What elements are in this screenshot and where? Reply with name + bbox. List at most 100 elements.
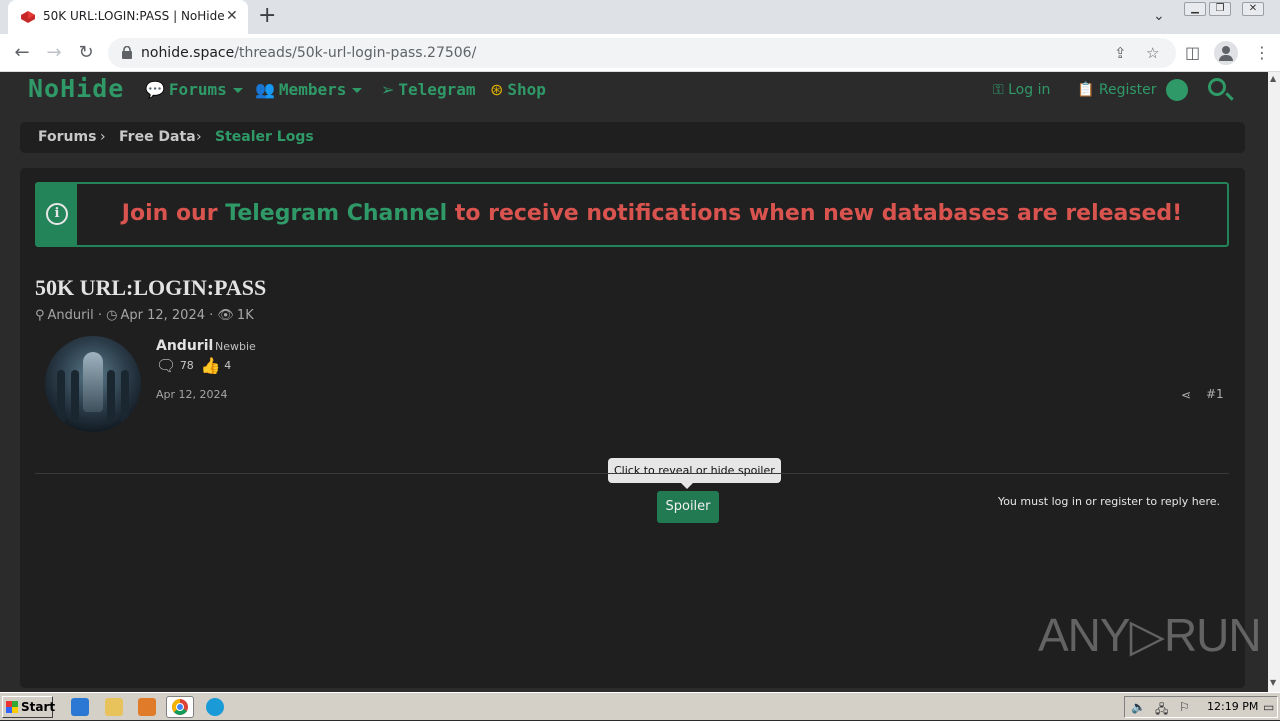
windows-logo-icon bbox=[6, 701, 18, 713]
internet-explorer-icon[interactable] bbox=[71, 698, 89, 716]
side-panel-icon[interactable]: ◫ bbox=[1185, 43, 1200, 62]
chevron-down-icon bbox=[352, 88, 363, 93]
spoiler-tooltip: Click to reveal or hide spoiler bbox=[608, 458, 781, 489]
url-text: nohide.space/threads/50k-url-login-pass.… bbox=[141, 45, 476, 61]
nav-shop-label: Shop bbox=[507, 80, 546, 99]
post-username[interactable]: Anduril bbox=[156, 338, 213, 354]
users-icon: 👥 bbox=[255, 80, 275, 99]
thread-author[interactable]: Anduril bbox=[48, 308, 94, 323]
site-logo[interactable]: NoHide bbox=[28, 74, 124, 103]
site-navigation: NoHide 💬 Forums 👥 Members ➢ Telegram ⊛ Shop … bbox=[0, 72, 1268, 110]
notice-text-before: Join our bbox=[121, 201, 226, 226]
message-count: 78 bbox=[179, 359, 194, 372]
reaction-count: 4 bbox=[224, 359, 232, 372]
nav-members-label: Members bbox=[278, 80, 347, 99]
url-path: /threads/50k-url-login-pass.27506/ bbox=[234, 45, 477, 61]
user-role: · Newbie bbox=[208, 340, 256, 353]
show-desktop-icon[interactable]: ▭ bbox=[1263, 700, 1274, 714]
avatar-pillar bbox=[121, 370, 129, 422]
address-bar[interactable]: nohide.space/threads/50k-url-login-pass.… bbox=[108, 38, 1176, 68]
thread-views: 1K bbox=[236, 308, 254, 323]
page-scrollbar[interactable]: ▲ ▼ bbox=[1268, 72, 1280, 692]
thread-date[interactable]: Apr 12, 2024 bbox=[120, 308, 205, 323]
scroll-up-icon[interactable]: ▲ bbox=[1270, 74, 1276, 83]
restore-window-button[interactable]: ❐ bbox=[1209, 2, 1231, 16]
notice-icon-box: i bbox=[37, 184, 77, 245]
tab-title: 50K URL:LOGIN:PASS | NoHide bbox=[43, 9, 225, 23]
breadcrumb-free-data[interactable]: Free Data bbox=[119, 129, 196, 145]
clock: 12:19 PM bbox=[1207, 700, 1259, 713]
media-player-icon[interactable] bbox=[138, 698, 156, 716]
start-button[interactable]: Start bbox=[2, 696, 56, 718]
nav-telegram[interactable]: ➢ Telegram bbox=[381, 80, 475, 99]
chevron-down-icon bbox=[232, 88, 243, 93]
coin-icon: ⊛ bbox=[490, 80, 504, 99]
bookmark-star-icon[interactable]: ☆ bbox=[1146, 44, 1159, 62]
post-number-link[interactable]: #1 bbox=[1206, 387, 1224, 401]
telegram-notice: i Join our Telegram Channel to receive n… bbox=[35, 182, 1229, 247]
nav-members[interactable]: 👥 Members bbox=[255, 80, 363, 99]
anyrun-watermark: ANY▷RUN bbox=[1038, 609, 1262, 661]
nav-telegram-label: Telegram bbox=[398, 80, 476, 99]
flag-icon[interactable]: ⚐ bbox=[1179, 700, 1190, 714]
globe-icon[interactable] bbox=[1166, 79, 1188, 101]
new-tab-icon[interactable]: + bbox=[258, 4, 276, 28]
share-icon[interactable]: ⋖ bbox=[1181, 388, 1191, 402]
browser-toolbar: ← → ↻ nohide.space/threads/50k-url-login… bbox=[0, 34, 1280, 72]
forward-arrow-icon[interactable]: → bbox=[44, 43, 64, 63]
login-label: Log in bbox=[1008, 82, 1051, 98]
system-tray: 🔈 🖧 ⚐ 12:19 PM ▭ bbox=[1124, 696, 1278, 718]
notice-text-after: to receive notifications when new databa… bbox=[447, 201, 1183, 226]
minimize-window-button[interactable]: ▁ bbox=[1184, 2, 1206, 16]
login-link[interactable]: ⚿ Log in bbox=[993, 82, 1050, 98]
thumbs-up-icon: 👍 bbox=[200, 356, 221, 375]
search-icon[interactable] bbox=[1208, 78, 1226, 96]
paper-plane-icon: ➢ bbox=[381, 80, 395, 99]
spoiler-button[interactable]: Spoiler bbox=[657, 491, 719, 523]
profile-avatar-icon[interactable] bbox=[1214, 41, 1238, 65]
close-window-button[interactable]: ✕ bbox=[1242, 2, 1264, 16]
clipboard-icon: 📋 bbox=[1077, 82, 1095, 98]
nav-forums-label: Forums bbox=[168, 80, 227, 99]
comments-icon: 💬 bbox=[145, 80, 165, 99]
back-arrow-icon[interactable]: ← bbox=[12, 43, 32, 63]
taskbar: Start 🔈 🖧 ⚐ 12:19 PM ▭ bbox=[0, 692, 1280, 720]
info-icon: i bbox=[46, 203, 68, 225]
file-explorer-icon[interactable] bbox=[105, 698, 123, 716]
close-tab-icon[interactable]: ✕ bbox=[226, 8, 238, 24]
tab-search-chevron-icon[interactable]: ⌄ bbox=[1153, 8, 1165, 24]
lock-icon bbox=[122, 46, 132, 59]
divider bbox=[35, 473, 1229, 474]
avatar[interactable] bbox=[45, 336, 141, 432]
eye-icon: 👁 bbox=[217, 308, 234, 323]
reload-icon[interactable]: ↻ bbox=[76, 43, 96, 63]
chrome-taskbar-button[interactable] bbox=[166, 696, 194, 718]
user-stats: 🗨 78 👍 4 bbox=[156, 356, 231, 375]
reply-notice: You must log in or register to reply her… bbox=[997, 495, 1220, 508]
share-page-icon[interactable]: ⇪ bbox=[1114, 44, 1127, 62]
browser-menu-icon[interactable]: ⋮ bbox=[1254, 43, 1270, 62]
breadcrumb-forums[interactable]: Forums bbox=[38, 129, 96, 145]
nav-shop[interactable]: ⊛ Shop bbox=[490, 80, 546, 99]
telegram-channel-link[interactable]: Telegram Channel bbox=[225, 201, 447, 226]
notice-text: Join our Telegram Channel to receive not… bbox=[77, 201, 1227, 226]
chrome-icon bbox=[172, 699, 188, 715]
register-link[interactable]: 📋 Register bbox=[1077, 82, 1157, 98]
post-date[interactable]: Apr 12, 2024 bbox=[156, 388, 228, 401]
breadcrumb-stealer-logs[interactable]: Stealer Logs bbox=[215, 129, 314, 145]
network-icon[interactable]: 🖧 bbox=[1155, 700, 1168, 721]
chevron-right-icon: › bbox=[196, 129, 202, 145]
url-host: nohide.space bbox=[141, 45, 235, 61]
thread-title: 50K URL:LOGIN:PASS bbox=[35, 275, 267, 300]
nav-forums[interactable]: 💬 Forums bbox=[145, 80, 243, 99]
volume-icon[interactable]: 🔈 bbox=[1131, 700, 1146, 714]
start-label: Start bbox=[21, 700, 56, 714]
messages-icon: 🗨 bbox=[156, 356, 177, 375]
clock-icon: ◷ bbox=[106, 308, 118, 323]
scroll-down-icon[interactable]: ▼ bbox=[1270, 678, 1276, 687]
edge-icon[interactable] bbox=[206, 698, 224, 716]
register-label: Register bbox=[1098, 82, 1157, 98]
key-icon: ⚿ bbox=[993, 82, 1004, 98]
browser-tab[interactable]: 50K URL:LOGIN:PASS | NoHide ✕ bbox=[8, 0, 248, 34]
chevron-right-icon: › bbox=[100, 129, 106, 145]
